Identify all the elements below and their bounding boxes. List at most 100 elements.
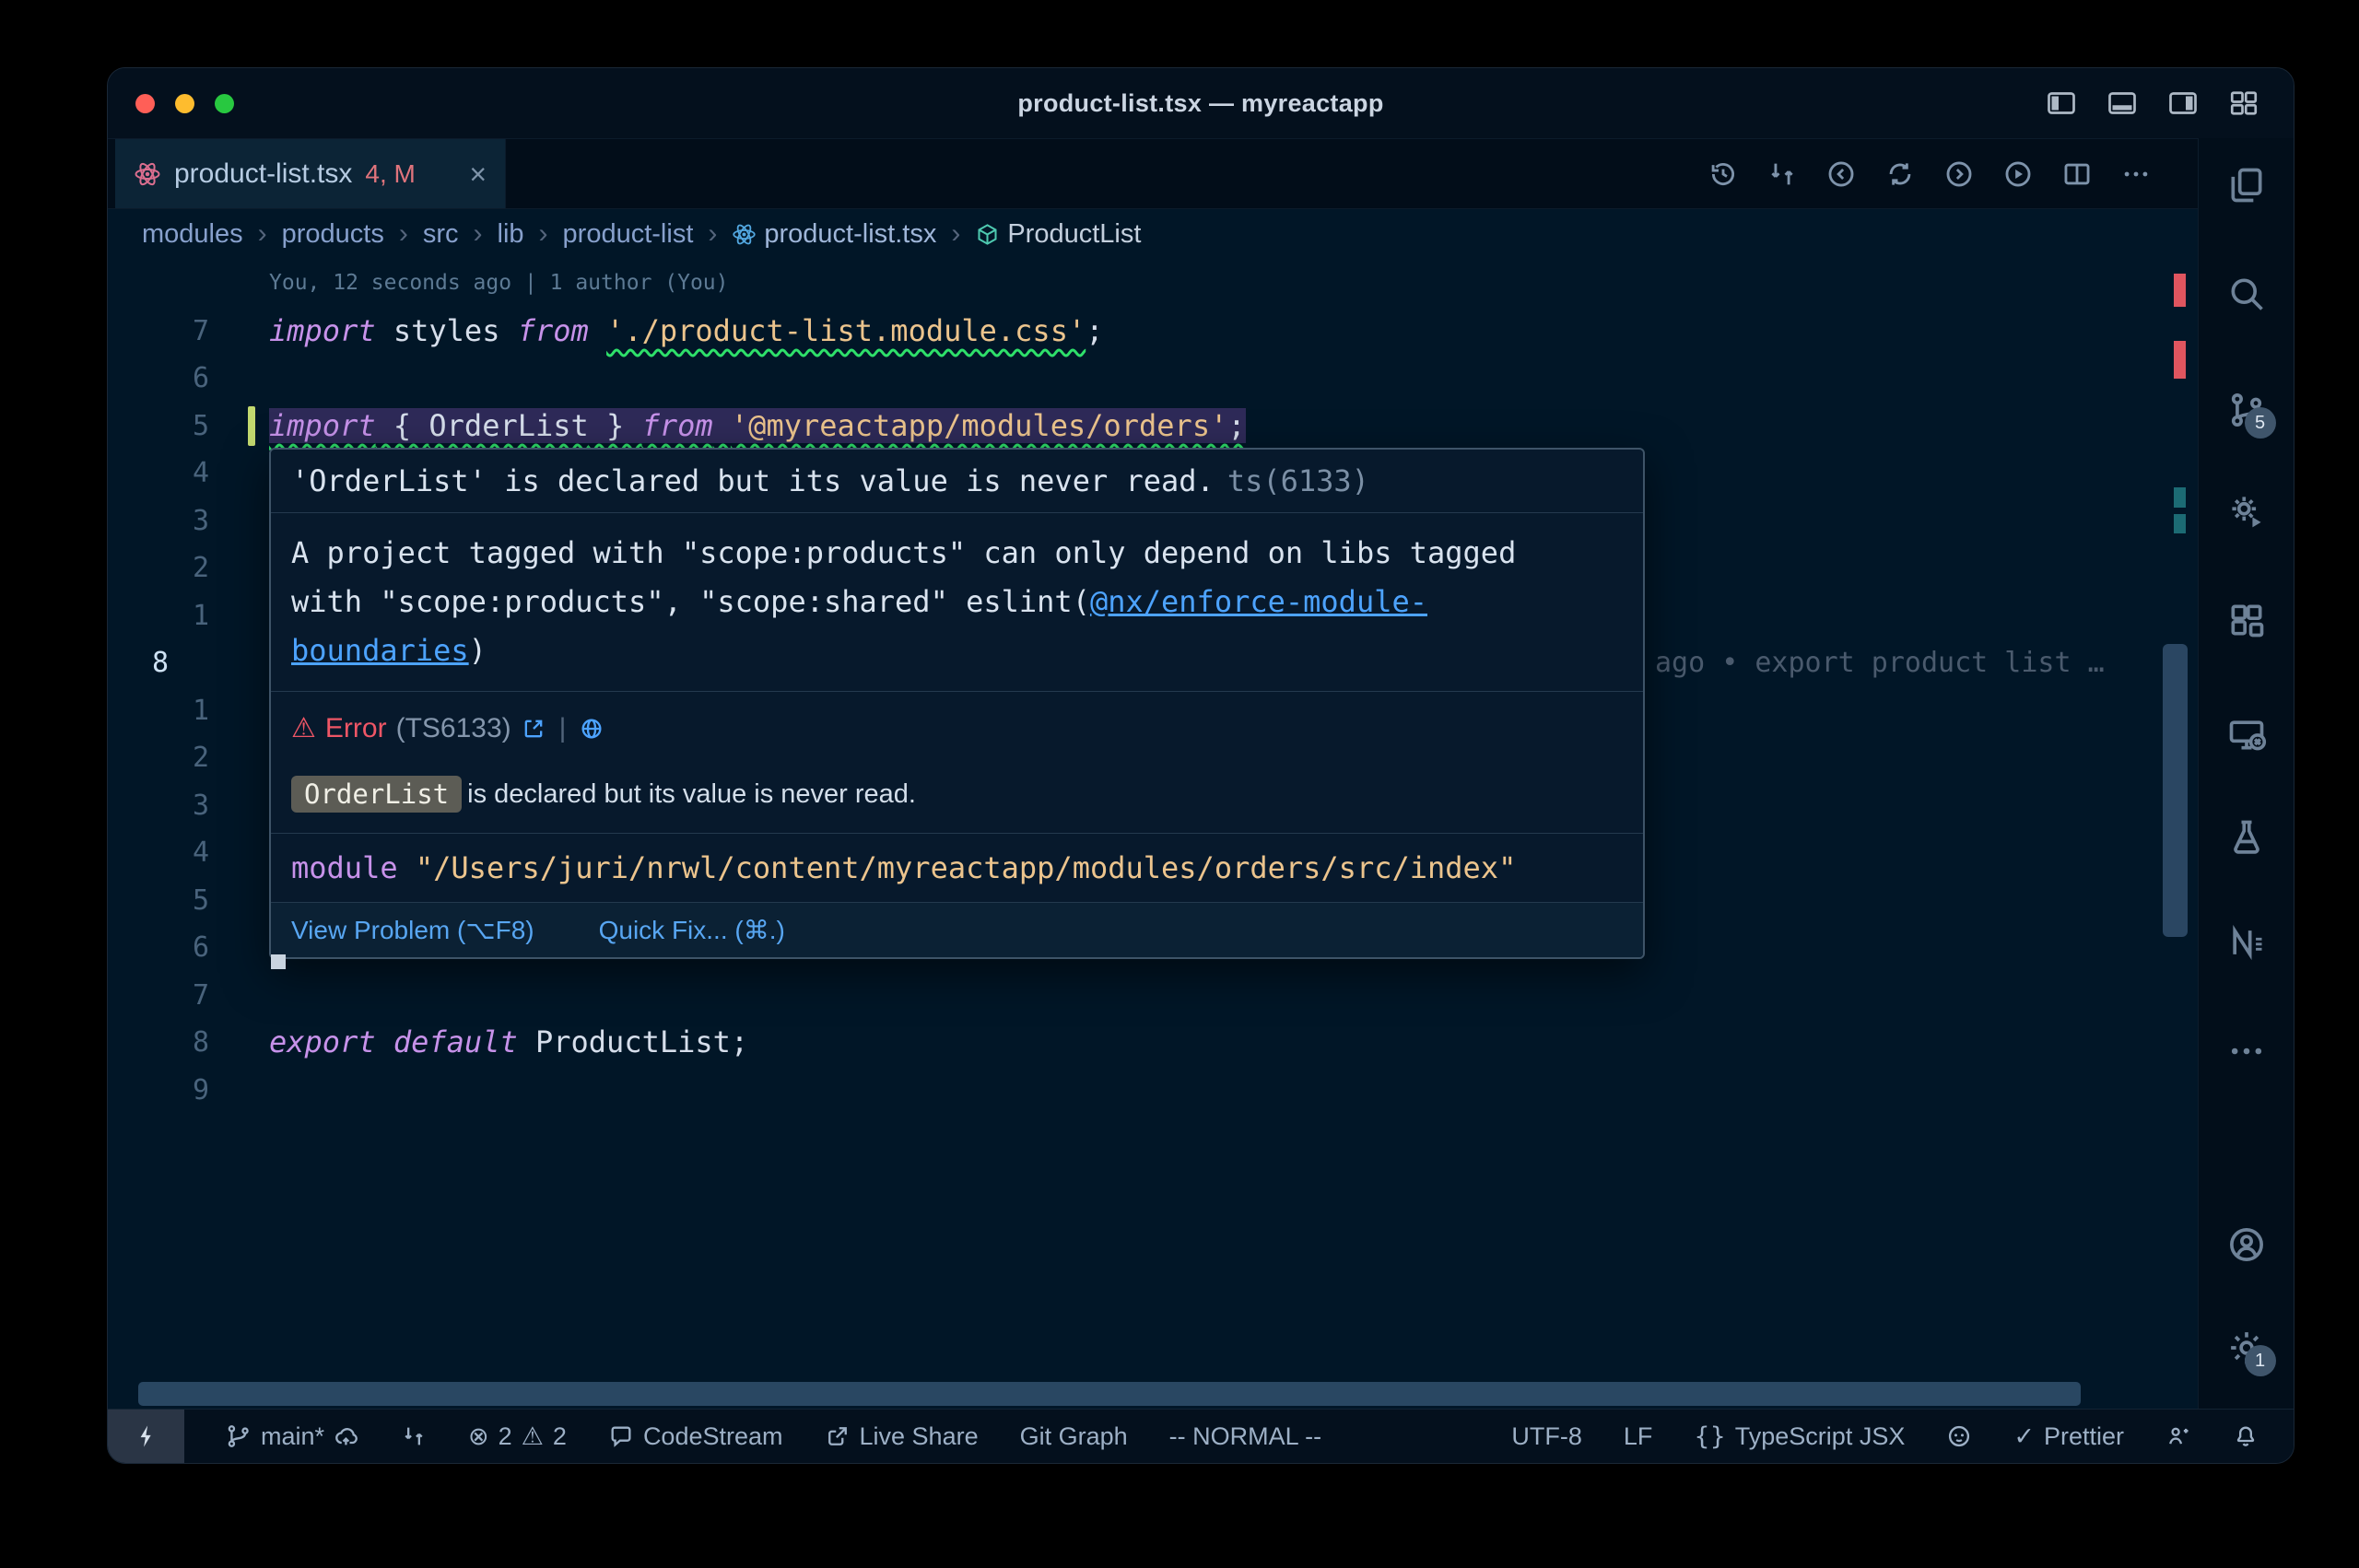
- line-number[interactable]: 7: [108, 979, 228, 1012]
- source-control-icon[interactable]: 5: [2226, 390, 2267, 430]
- encoding-status[interactable]: UTF-8: [1511, 1422, 1582, 1451]
- editor[interactable]: You, 12 seconds ago | 1 author (You)7imp…: [108, 257, 2199, 1410]
- chevron-right-icon: ›: [951, 218, 960, 250]
- tooltip-ts-source: ts(6133): [1227, 463, 1369, 498]
- extensions-icon[interactable]: [2226, 600, 2267, 640]
- open-external-icon[interactable]: [521, 716, 546, 742]
- navigate-back-icon[interactable]: [1825, 158, 1857, 190]
- more-actions-icon[interactable]: [2120, 158, 2152, 190]
- git-compare-status[interactable]: [401, 1423, 427, 1449]
- zoom-button[interactable]: [215, 94, 234, 113]
- tab-label: product-list.tsx: [174, 158, 352, 190]
- line-number[interactable]: 3: [108, 505, 228, 537]
- horizontal-scrollbar[interactable]: [138, 1382, 2081, 1406]
- beaker-icon[interactable]: [2226, 816, 2267, 857]
- status-bar: main* ⊗ 2 ⚠ 2 CodeStream Live Share Gi: [108, 1409, 2294, 1463]
- prettier-status[interactable]: ✓ Prettier: [2013, 1422, 2124, 1451]
- error-circle-icon: ⊗: [468, 1422, 489, 1451]
- line-number[interactable]: 4: [108, 457, 228, 489]
- search-icon[interactable]: [2226, 274, 2267, 314]
- line-number[interactable]: 1: [108, 600, 228, 632]
- remote-explorer-icon[interactable]: [2226, 714, 2267, 755]
- line-number[interactable]: 7: [108, 315, 228, 347]
- breadcrumb-item-symbol[interactable]: ProductList: [975, 219, 1141, 250]
- eol-status[interactable]: LF: [1624, 1422, 1653, 1451]
- code-row[interactable]: 8export default ProductList;: [108, 1019, 2199, 1067]
- compare-changes-icon[interactable]: [1766, 158, 1798, 190]
- breadcrumb-file-label: product-list.tsx: [764, 219, 936, 250]
- git-graph-status[interactable]: Git Graph: [1020, 1422, 1128, 1451]
- code-row[interactable]: 7import styles from './product-list.modu…: [108, 308, 2199, 356]
- breadcrumb-item-modules[interactable]: modules: [142, 219, 243, 250]
- line-number[interactable]: 5: [108, 884, 228, 917]
- line-number[interactable]: 1: [108, 695, 228, 727]
- vertical-scrollbar[interactable]: [2163, 644, 2188, 937]
- line-number[interactable]: 3: [108, 790, 228, 822]
- code-row[interactable]: 5import { OrderList } from '@myreactapp/…: [108, 403, 2199, 451]
- github-status[interactable]: [1946, 1423, 1972, 1449]
- inline-blame-ghost-text: ago • export product list …: [1655, 639, 2164, 687]
- breadcrumb-item-file[interactable]: product-list.tsx: [732, 219, 936, 250]
- split-editor-icon[interactable]: [2061, 158, 2093, 190]
- gutter-change-indicator: [248, 406, 255, 447]
- run-file-icon[interactable]: [2002, 158, 2034, 190]
- error-code: (TS6133): [396, 713, 511, 744]
- bell-icon: [2233, 1423, 2259, 1449]
- chip-message: is declared but its value is never read.: [467, 779, 916, 810]
- live-share-status[interactable]: Live Share: [825, 1422, 979, 1451]
- account-icon[interactable]: [2226, 1224, 2267, 1265]
- customize-layout-icon[interactable]: [2227, 87, 2260, 120]
- feedback-status[interactable]: [2165, 1423, 2191, 1449]
- toggle-panel-left-icon[interactable]: [2045, 87, 2078, 120]
- brackets-icon: {}: [1694, 1422, 1725, 1451]
- codestream-status[interactable]: CodeStream: [608, 1422, 783, 1451]
- problems-status[interactable]: ⊗ 2 ⚠ 2: [468, 1422, 567, 1451]
- breadcrumb-item-lib[interactable]: lib: [498, 219, 524, 250]
- breadcrumb-item-src[interactable]: src: [423, 219, 459, 250]
- branch-name: main*: [261, 1422, 324, 1451]
- view-problem-action[interactable]: View Problem (⌥F8): [291, 915, 534, 945]
- line-number[interactable]: 8: [108, 1026, 228, 1059]
- blame-lens[interactable]: You, 12 seconds ago | 1 author (You): [228, 260, 729, 308]
- breadcrumb-item-products[interactable]: products: [282, 219, 384, 250]
- language-status[interactable]: {} TypeScript JSX: [1694, 1422, 1905, 1451]
- line-number[interactable]: 2: [108, 552, 228, 584]
- sync-icon[interactable]: [1884, 158, 1916, 190]
- toggle-panel-bottom-icon[interactable]: [2106, 87, 2139, 120]
- line-number[interactable]: 9: [108, 1074, 228, 1106]
- code-row[interactable]: 7: [108, 972, 2199, 1020]
- settings-gear-icon[interactable]: 1: [2226, 1328, 2267, 1368]
- copy-files-icon[interactable]: [2226, 165, 2267, 205]
- quick-fix-action[interactable]: Quick Fix... (⌘.): [599, 915, 785, 945]
- close-button[interactable]: [135, 94, 155, 113]
- tab-bar: product-list.tsx 4, M ×: [108, 139, 2294, 209]
- code-row[interactable]: 6: [108, 355, 2199, 403]
- vscode-window: product-list.tsx — myreactapp product-li…: [107, 67, 2294, 1464]
- ruler-info-mark: [2174, 487, 2186, 508]
- line-number[interactable]: 8: [108, 647, 228, 679]
- code-row[interactable]: 9: [108, 1067, 2199, 1115]
- additional-views-icon[interactable]: [2226, 1031, 2267, 1071]
- branch-status[interactable]: main*: [226, 1422, 359, 1451]
- gear-run-icon[interactable]: [2226, 491, 2267, 532]
- tooltip-resize-grip[interactable]: [271, 954, 286, 969]
- toggle-panel-right-icon[interactable]: [2166, 87, 2200, 120]
- notifications-status[interactable]: [2233, 1423, 2259, 1449]
- line-number[interactable]: 4: [108, 837, 228, 869]
- navigate-forward-icon[interactable]: [1943, 158, 1975, 190]
- breadcrumb-item-product-list[interactable]: product-list: [563, 219, 694, 250]
- code-row[interactable]: You, 12 seconds ago | 1 author (You): [108, 260, 2199, 308]
- nx-console-icon[interactable]: [2226, 922, 2267, 963]
- line-number[interactable]: 5: [108, 410, 228, 442]
- minimize-button[interactable]: [175, 94, 194, 113]
- timeline-icon[interactable]: [1708, 158, 1739, 190]
- tooltip-error-block: ⚠ Error(TS6133) | OrderList is declared …: [271, 692, 1643, 834]
- github-icon: [1946, 1423, 1972, 1449]
- tab-product-list[interactable]: product-list.tsx 4, M ×: [115, 139, 506, 208]
- globe-icon[interactable]: [579, 716, 604, 742]
- remote-indicator[interactable]: [108, 1410, 184, 1463]
- line-number[interactable]: 6: [108, 931, 228, 964]
- line-number[interactable]: 6: [108, 362, 228, 394]
- tab-close-icon[interactable]: ×: [469, 159, 487, 189]
- line-number[interactable]: 2: [108, 742, 228, 774]
